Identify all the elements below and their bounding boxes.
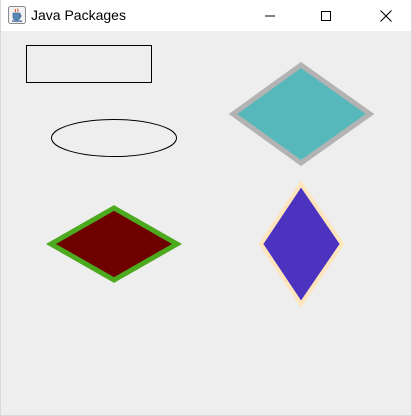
minimize-icon	[265, 15, 275, 16]
teal-diamond	[228, 61, 375, 167]
window-title: Java Packages	[31, 7, 126, 23]
maroon-diamond	[45, 205, 183, 283]
shapes-svg	[26, 45, 375, 308]
outlined-rectangle	[26, 45, 152, 83]
title-bar[interactable]: Java Packages	[1, 0, 411, 31]
java-coffee-cup-icon	[8, 6, 26, 24]
maximize-icon	[321, 10, 331, 21]
close-icon	[380, 9, 392, 22]
maximize-button[interactable]	[303, 0, 349, 31]
outlined-ellipse	[51, 119, 177, 157]
drawing-canvas	[1, 31, 411, 415]
application-window: Java Packages	[0, 0, 412, 416]
close-button[interactable]	[363, 0, 409, 31]
minimize-button[interactable]	[247, 0, 293, 31]
purple-diamond	[258, 180, 345, 308]
